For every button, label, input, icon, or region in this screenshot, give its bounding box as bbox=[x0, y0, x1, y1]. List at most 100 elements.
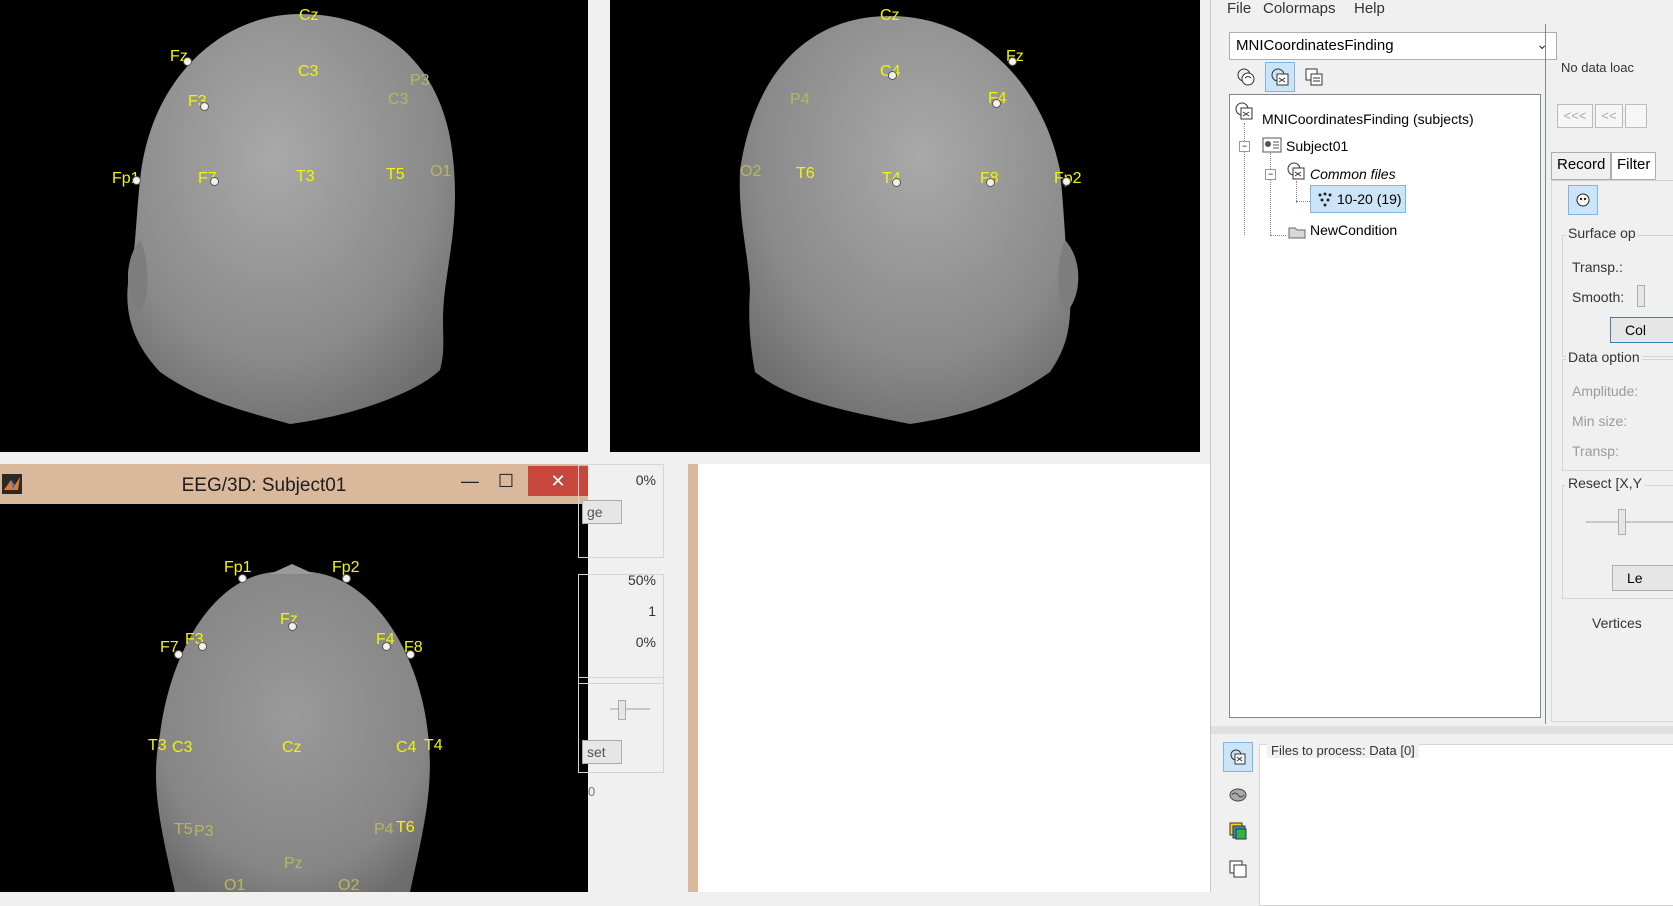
empty-area bbox=[698, 464, 1210, 892]
transp-label: Transp.: bbox=[1572, 259, 1623, 275]
3d-view-top[interactable]: Fp1 Fp2 Fz F7 F3 F4 F8 T3 C3 Cz C4 T4 T5… bbox=[0, 504, 588, 892]
first-page-button[interactable]: <<< bbox=[1557, 104, 1593, 128]
protocol-select[interactable]: MNICoordinatesFinding ⌄ bbox=[1229, 32, 1557, 60]
electrode-label: Fp1 bbox=[224, 559, 252, 576]
smooth-label: Smooth: bbox=[1572, 289, 1625, 305]
tree-line bbox=[1270, 153, 1271, 235]
process-data-button[interactable] bbox=[1223, 742, 1253, 772]
electrode-label: O2 bbox=[740, 163, 762, 180]
smooth-slider[interactable] bbox=[1637, 285, 1645, 307]
transp-data-label: Transp: bbox=[1572, 443, 1619, 459]
anatomy-view-button[interactable] bbox=[1231, 62, 1261, 92]
tree-subject-label[interactable]: Subject01 bbox=[1286, 138, 1348, 154]
window-border bbox=[688, 464, 698, 892]
electrode-marker bbox=[200, 102, 209, 111]
electrode-label: O1 bbox=[430, 163, 452, 180]
resect-left-button[interactable]: Le bbox=[1612, 565, 1673, 591]
process-matrix-button[interactable] bbox=[1225, 856, 1251, 882]
prev-page-button[interactable]: << bbox=[1595, 104, 1623, 128]
database-view-button[interactable] bbox=[1299, 62, 1329, 92]
resect-left-label: Le bbox=[1627, 570, 1643, 586]
partial-button[interactable]: set bbox=[582, 740, 622, 764]
subject-icon bbox=[1262, 137, 1282, 156]
protocol-name: MNICoordinatesFinding bbox=[1236, 37, 1394, 54]
tree-condition-label[interactable]: NewCondition bbox=[1310, 222, 1397, 238]
electrode-marker bbox=[342, 574, 351, 583]
min-size-label: Min size: bbox=[1572, 413, 1628, 429]
view-separator bbox=[588, 0, 610, 464]
electrode-marker bbox=[288, 622, 297, 631]
electrode-label: C3 bbox=[172, 739, 193, 756]
head-icon bbox=[1576, 193, 1590, 207]
electrode-marker bbox=[1008, 57, 1017, 66]
electrode-label: T6 bbox=[796, 165, 815, 182]
menu-file[interactable]: File bbox=[1227, 0, 1251, 17]
brain-data-icon bbox=[1271, 68, 1289, 86]
data-options-title: Data option bbox=[1566, 349, 1642, 365]
tree-line bbox=[1244, 123, 1245, 235]
electrode-label: P4 bbox=[374, 821, 394, 838]
resect-slider-thumb[interactable] bbox=[1618, 509, 1626, 535]
minimize-icon: — bbox=[461, 470, 479, 491]
options-content: Surface op Transp.: Smooth: Col Data opt… bbox=[1551, 180, 1673, 722]
files-to-process-box[interactable] bbox=[1259, 744, 1673, 906]
menu-help[interactable]: Help bbox=[1354, 0, 1385, 17]
process-timefreq-button[interactable] bbox=[1225, 818, 1251, 844]
electrode-label: Cz bbox=[282, 739, 302, 756]
head-surface bbox=[739, 16, 1079, 424]
options-group bbox=[578, 574, 664, 684]
partial-button[interactable]: ge bbox=[582, 500, 622, 524]
color-button[interactable]: Col bbox=[1610, 317, 1673, 343]
tree-selected-item[interactable]: 10-20 (19) bbox=[1310, 185, 1406, 213]
3d-view-left[interactable]: Cz Fz C3 F3 Fp1 F7 T3 T5 O1 C3 P3 bbox=[0, 0, 588, 452]
resect-slider-track[interactable] bbox=[1586, 521, 1673, 523]
electrode-label: Cz bbox=[880, 7, 900, 24]
electrode-marker bbox=[992, 99, 1001, 108]
vertices-label: Vertices bbox=[1592, 615, 1642, 631]
obscured-options-panel: 0% ge 50% 1 0% set 0 bbox=[578, 464, 688, 892]
partial-digit: 0 bbox=[588, 784, 596, 799]
chevron-down-icon: ⌄ bbox=[1536, 36, 1548, 52]
brainstorm-window: File Colormaps Help MNICoordinatesFindin… bbox=[1210, 0, 1673, 906]
electrode-label: P3 bbox=[194, 823, 214, 840]
electrode-marker bbox=[132, 176, 141, 185]
electrode-label: T3 bbox=[296, 168, 315, 185]
cortex-icon bbox=[1229, 788, 1247, 802]
process-sources-button[interactable] bbox=[1225, 782, 1251, 808]
tab-filter[interactable]: Filter bbox=[1611, 152, 1657, 180]
electrode-label: C3 bbox=[388, 91, 409, 108]
files-to-process-title: Files to process: Data [0] bbox=[1267, 743, 1419, 758]
slider-track[interactable] bbox=[610, 708, 650, 710]
value-label: 50% bbox=[627, 572, 656, 588]
maximize-button[interactable]: ☐ bbox=[484, 466, 528, 496]
collapse-icon[interactable]: − bbox=[1239, 141, 1250, 152]
database-tree[interactable]: MNICoordinatesFinding (subjects) − Subje… bbox=[1229, 94, 1541, 718]
electrode-marker bbox=[406, 650, 415, 659]
window-title-bar[interactable]: EEG/3D: Subject01 — ☐ ✕ bbox=[0, 464, 588, 504]
3d-view-right[interactable]: Cz Fz C4 F4 F8 Fp2 T4 T6 O2 P4 bbox=[610, 0, 1200, 452]
color-button-label: Col bbox=[1625, 322, 1647, 338]
tree-common-files-label[interactable]: Common files bbox=[1310, 166, 1396, 182]
tree-line bbox=[1296, 201, 1310, 202]
slider-thumb[interactable] bbox=[618, 700, 626, 720]
functional-view-button[interactable] bbox=[1265, 62, 1295, 92]
eeg-3d-window: EEG/3D: Subject01 — ☐ ✕ Fp1 Fp2 Fz F7 F3… bbox=[0, 464, 588, 892]
electrode-marker bbox=[1062, 177, 1071, 186]
head-surface bbox=[155, 564, 430, 892]
next-page-button[interactable] bbox=[1625, 104, 1647, 128]
electrode-label: C4 bbox=[396, 739, 417, 756]
collapse-icon[interactable]: − bbox=[1265, 169, 1276, 180]
electrode-label: T3 bbox=[148, 737, 167, 754]
surface-toggle-button[interactable] bbox=[1568, 185, 1598, 215]
value-label: 0% bbox=[635, 472, 656, 488]
electrode-label: P3 bbox=[410, 72, 430, 89]
electrode-marker bbox=[888, 71, 897, 80]
electrode-label: Pz bbox=[284, 855, 303, 872]
menu-colormaps[interactable]: Colormaps bbox=[1263, 0, 1336, 17]
electrode-marker bbox=[198, 642, 207, 651]
value-label: 1 bbox=[648, 603, 656, 619]
protocol-icon bbox=[1234, 101, 1254, 121]
matrix-icon bbox=[1229, 860, 1247, 878]
tab-record[interactable]: Record bbox=[1551, 152, 1612, 180]
tree-root-label[interactable]: MNICoordinatesFinding (subjects) bbox=[1262, 111, 1474, 127]
